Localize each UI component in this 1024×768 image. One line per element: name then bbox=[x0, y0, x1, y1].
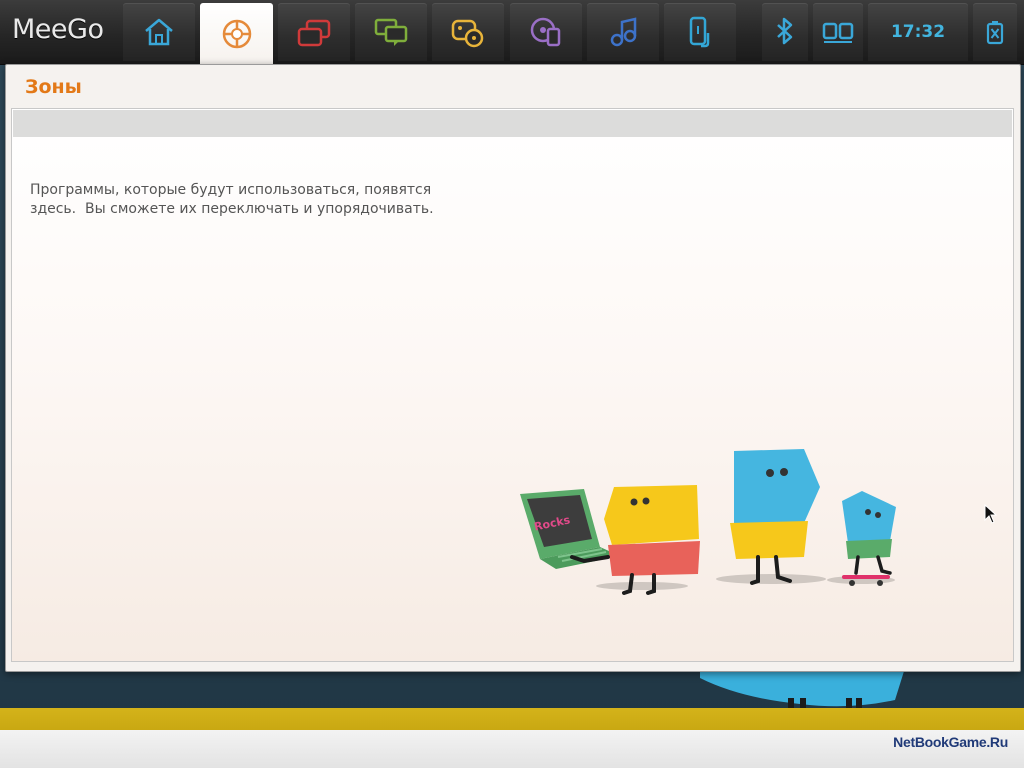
clock-button[interactable]: 17:32 bbox=[868, 3, 968, 61]
music-button[interactable] bbox=[587, 3, 659, 61]
chat-icon bbox=[374, 18, 408, 46]
bluetooth-icon bbox=[777, 17, 793, 45]
zones-header-strip bbox=[13, 110, 1012, 137]
small-character-skateboard bbox=[842, 491, 896, 586]
media-button[interactable] bbox=[510, 3, 582, 61]
battery-button[interactable] bbox=[973, 3, 1017, 61]
desktop-ground-band bbox=[0, 708, 1024, 730]
device-icon bbox=[689, 16, 710, 48]
zones-panel: Программы, которые будут использоваться,… bbox=[11, 108, 1014, 662]
status-button[interactable] bbox=[278, 3, 350, 61]
zones-icon bbox=[222, 19, 251, 48]
music-icon bbox=[610, 17, 637, 47]
watermark-text: NetBookGame.Ru bbox=[893, 734, 1008, 750]
multitask-button[interactable] bbox=[813, 3, 863, 61]
mouse-cursor-icon bbox=[984, 503, 998, 528]
myzone-button[interactable] bbox=[123, 3, 195, 61]
windows-icon bbox=[297, 19, 331, 47]
multi-window-icon bbox=[822, 22, 854, 43]
empty-zones-message: Программы, которые будут использоваться,… bbox=[30, 182, 434, 217]
games-icon bbox=[451, 19, 484, 48]
games-button[interactable] bbox=[432, 3, 504, 61]
meego-logo: MeeGo bbox=[12, 14, 104, 45]
zones-button[interactable] bbox=[200, 3, 273, 64]
mascots-illustration: Rocks bbox=[512, 439, 912, 603]
home-icon bbox=[145, 18, 173, 46]
devices-button[interactable] bbox=[664, 3, 736, 61]
bottom-panel: NetBookGame.Ru bbox=[0, 730, 1024, 768]
bluetooth-button[interactable] bbox=[762, 3, 808, 61]
battery-icon bbox=[986, 21, 1004, 45]
window-title: Зоны bbox=[25, 76, 82, 98]
top-toolbar: MeeGo 17:32 bbox=[0, 0, 1024, 65]
media-icon bbox=[530, 17, 561, 47]
clock-time: 17:32 bbox=[890, 22, 946, 42]
blue-character bbox=[730, 449, 820, 585]
people-button[interactable] bbox=[355, 3, 427, 61]
zones-window: Зоны Программы, которые будут использова… bbox=[5, 64, 1021, 672]
